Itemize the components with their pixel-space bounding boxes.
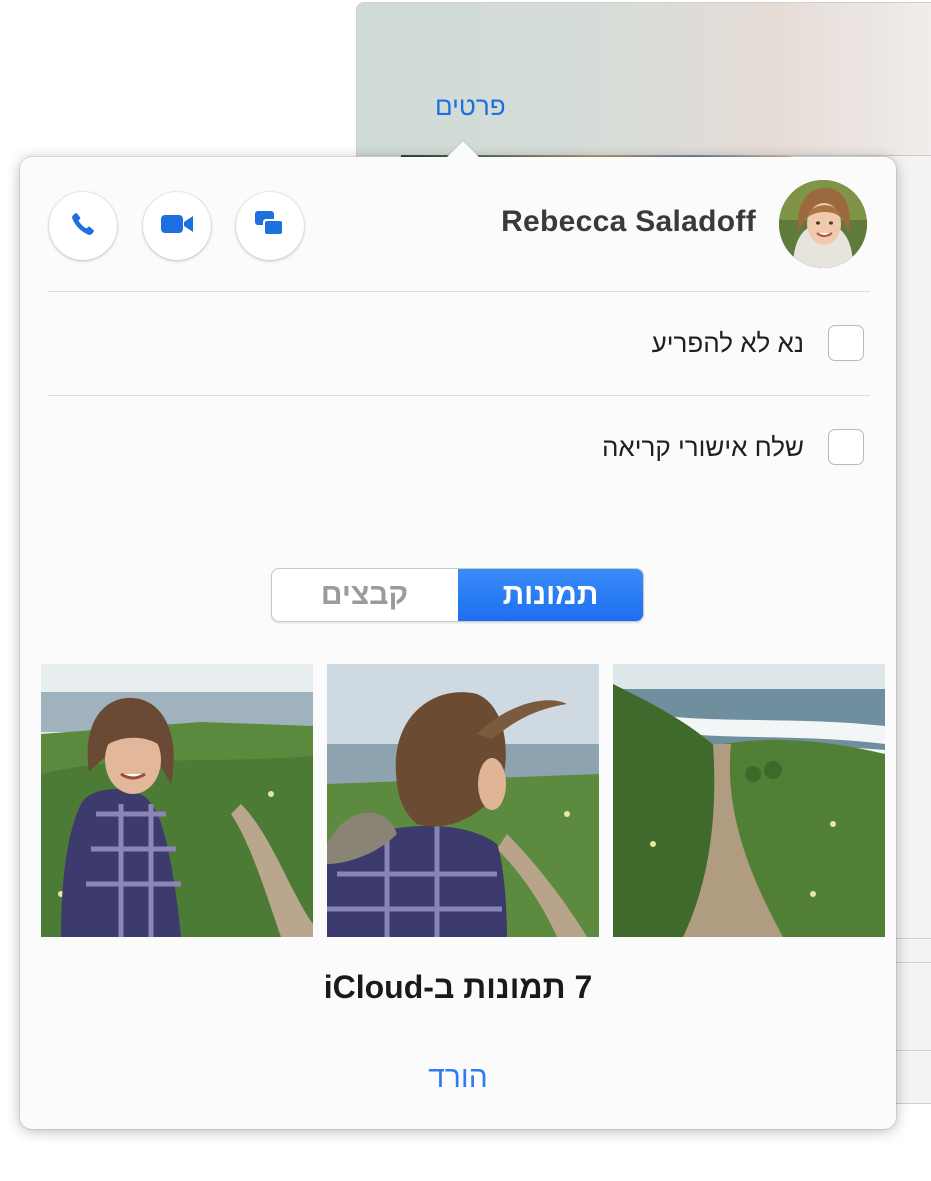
message-button[interactable] xyxy=(236,192,304,260)
do-not-disturb-row[interactable]: נא לא להפריע xyxy=(652,323,864,363)
contact-name: Rebecca Saladoff xyxy=(501,205,756,238)
phone-icon xyxy=(70,211,96,242)
read-receipts-label: שלח אישורי קריאה xyxy=(601,431,804,462)
download-button[interactable]: הורד xyxy=(20,1061,896,1095)
avatar xyxy=(779,180,867,268)
tab-photos[interactable]: תמונות xyxy=(458,569,643,621)
video-icon xyxy=(160,212,194,241)
popover-arrow xyxy=(446,141,480,158)
video-call-button[interactable] xyxy=(143,192,211,260)
photos-caption: 7 תמונות ב-iCloud xyxy=(323,969,593,1005)
messages-icon xyxy=(254,210,286,243)
conversation-header: פרטים xyxy=(357,3,931,156)
tab-files[interactable]: קבצים xyxy=(272,569,457,621)
media-segmented-control: קבצים תמונות xyxy=(271,568,644,622)
do-not-disturb-checkbox[interactable] xyxy=(828,325,864,361)
do-not-disturb-label: נא לא להפריע xyxy=(651,327,804,358)
photo-thumbnail[interactable] xyxy=(41,664,313,937)
photo-thumbnail[interactable] xyxy=(327,664,599,937)
details-popover: Rebecca Saladoff נא לא להפריע שלח אישורי… xyxy=(20,141,896,1129)
read-receipts-row[interactable]: שלח אישורי קריאה xyxy=(602,427,864,467)
read-receipts-checkbox[interactable] xyxy=(828,429,864,465)
divider xyxy=(48,291,870,292)
photo-thumbnail[interactable] xyxy=(613,664,885,937)
divider xyxy=(48,395,870,396)
details-link[interactable]: פרטים xyxy=(435,91,506,122)
call-button[interactable] xyxy=(49,192,117,260)
